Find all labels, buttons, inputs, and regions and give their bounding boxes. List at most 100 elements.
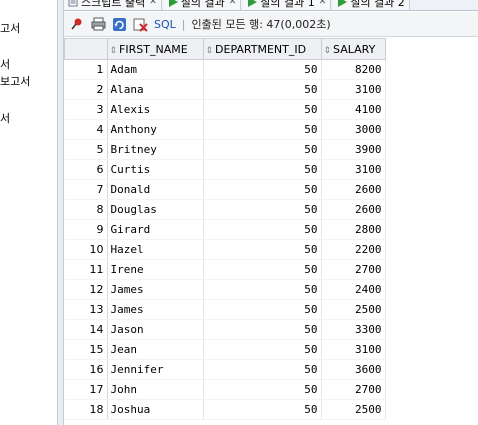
cell-department-id[interactable]: 50: [203, 279, 322, 300]
cell-department-id[interactable]: 50: [203, 159, 322, 180]
cell-first-name[interactable]: Curtis: [107, 159, 204, 180]
cell-department-id[interactable]: 50: [203, 239, 322, 260]
table-row[interactable]: 7 Donald 50 2600: [64, 179, 386, 200]
cell-salary[interactable]: 3900: [321, 139, 386, 160]
table-row[interactable]: 16 Jennifer 50 3600: [64, 359, 386, 380]
pin-icon[interactable]: [69, 16, 85, 32]
row-number[interactable]: 14: [64, 319, 108, 340]
cell-department-id[interactable]: 50: [203, 259, 322, 280]
cell-salary[interactable]: 2200: [321, 239, 386, 260]
refresh-icon[interactable]: [111, 16, 127, 32]
table-row[interactable]: 13 James 50 2500: [64, 299, 386, 320]
cell-department-id[interactable]: 50: [203, 339, 322, 360]
row-number[interactable]: 11: [64, 259, 108, 280]
cell-first-name[interactable]: Alexis: [107, 99, 204, 120]
cell-salary[interactable]: 3100: [321, 79, 386, 100]
tab-query-result[interactable]: 질의 결과 ✕: [163, 0, 242, 10]
cell-salary[interactable]: 3100: [321, 159, 386, 180]
cell-department-id[interactable]: 50: [203, 379, 322, 400]
tab-query-result-2[interactable]: 질의 결과 2: [333, 0, 410, 10]
print-icon[interactable]: [90, 16, 106, 32]
cell-salary[interactable]: 2500: [321, 299, 386, 320]
row-number[interactable]: 18: [64, 399, 108, 420]
table-row[interactable]: 14 Jason 50 3300: [64, 319, 386, 340]
cell-department-id[interactable]: 50: [203, 319, 322, 340]
close-icon[interactable]: ✕: [229, 0, 237, 7]
cell-salary[interactable]: 3300: [321, 319, 386, 340]
row-number[interactable]: 9: [64, 219, 108, 240]
row-number[interactable]: 15: [64, 339, 108, 360]
cell-salary[interactable]: 2600: [321, 179, 386, 200]
cell-department-id[interactable]: 50: [203, 99, 322, 120]
cell-salary[interactable]: 3600: [321, 359, 386, 380]
table-row[interactable]: 9 Girard 50 2800: [64, 219, 386, 240]
cell-salary[interactable]: 3100: [321, 339, 386, 360]
column-header-department-id[interactable]: ⇕ DEPARTMENT_ID: [202, 38, 322, 60]
row-number[interactable]: 17: [64, 379, 108, 400]
cell-first-name[interactable]: Irene: [107, 259, 204, 280]
table-row[interactable]: 4 Anthony 50 3000: [64, 119, 386, 140]
column-header-first-name[interactable]: ⇕ FIRST_NAME: [106, 38, 204, 60]
left-panel-item[interactable]: 서: [0, 56, 10, 72]
table-row[interactable]: 6 Curtis 50 3100: [64, 159, 386, 180]
row-number[interactable]: 16: [64, 359, 108, 380]
cell-salary[interactable]: 2600: [321, 199, 386, 220]
tab-query-result-1[interactable]: 질의 결과 1 ✕: [243, 0, 332, 10]
table-row[interactable]: 12 James 50 2400: [64, 279, 386, 300]
row-number[interactable]: 12: [64, 279, 108, 300]
table-row[interactable]: 5 Britney 50 3900: [64, 139, 386, 160]
cell-salary[interactable]: 2700: [321, 379, 386, 400]
table-row[interactable]: 15 Jean 50 3100: [64, 339, 386, 360]
table-row[interactable]: 1 Adam 50 8200: [64, 59, 386, 80]
cell-salary[interactable]: 3000: [321, 119, 386, 140]
cell-salary[interactable]: 2500: [321, 399, 386, 420]
row-number[interactable]: 2: [64, 79, 108, 100]
cell-salary[interactable]: 2400: [321, 279, 386, 300]
cell-first-name[interactable]: Donald: [107, 179, 204, 200]
table-row[interactable]: 17 John 50 2700: [64, 379, 386, 400]
cell-department-id[interactable]: 50: [203, 199, 322, 220]
cell-first-name[interactable]: Adam: [107, 59, 204, 80]
cell-department-id[interactable]: 50: [203, 139, 322, 160]
cell-salary[interactable]: 4100: [321, 99, 386, 120]
table-row[interactable]: 2 Alana 50 3100: [64, 79, 386, 100]
table-row[interactable]: 18 Joshua 50 2500: [64, 399, 386, 420]
cell-first-name[interactable]: Jennifer: [107, 359, 204, 380]
cell-first-name[interactable]: Girard: [107, 219, 204, 240]
cell-first-name[interactable]: Hazel: [107, 239, 204, 260]
row-number[interactable]: 13: [64, 299, 108, 320]
row-number[interactable]: 7: [64, 179, 108, 200]
cell-department-id[interactable]: 50: [203, 79, 322, 100]
row-number[interactable]: 6: [64, 159, 108, 180]
cell-first-name[interactable]: Joshua: [107, 399, 204, 420]
column-header-salary[interactable]: ⇕ SALARY: [320, 38, 386, 60]
tab-script-output[interactable]: 스크립트 출력 ✕: [64, 0, 162, 10]
cell-first-name[interactable]: James: [107, 299, 204, 320]
cell-first-name[interactable]: Anthony: [107, 119, 204, 140]
left-panel-item[interactable]: 보고서: [0, 73, 30, 89]
cell-department-id[interactable]: 50: [203, 359, 322, 380]
cell-first-name[interactable]: James: [107, 279, 204, 300]
sql-button[interactable]: SQL: [154, 18, 176, 31]
cell-salary[interactable]: 2800: [321, 219, 386, 240]
row-number[interactable]: 3: [64, 99, 108, 120]
cell-department-id[interactable]: 50: [203, 299, 322, 320]
row-number[interactable]: 5: [64, 139, 108, 160]
cell-department-id[interactable]: 50: [203, 179, 322, 200]
left-panel-item[interactable]: 고서: [0, 20, 20, 36]
cell-department-id[interactable]: 50: [203, 59, 322, 80]
cell-first-name[interactable]: Britney: [107, 139, 204, 160]
cell-department-id[interactable]: 50: [203, 219, 322, 240]
table-row[interactable]: 10 Hazel 50 2200: [64, 239, 386, 260]
row-number[interactable]: 8: [64, 199, 108, 220]
row-number[interactable]: 1: [64, 59, 108, 80]
cell-first-name[interactable]: Alana: [107, 79, 204, 100]
cell-department-id[interactable]: 50: [203, 119, 322, 140]
delete-icon[interactable]: [132, 16, 148, 32]
cell-department-id[interactable]: 50: [203, 399, 322, 420]
cell-first-name[interactable]: John: [107, 379, 204, 400]
table-row[interactable]: 11 Irene 50 2700: [64, 259, 386, 280]
cell-first-name[interactable]: Jason: [107, 319, 204, 340]
cell-first-name[interactable]: Douglas: [107, 199, 204, 220]
panel-splitter[interactable]: [57, 0, 64, 425]
